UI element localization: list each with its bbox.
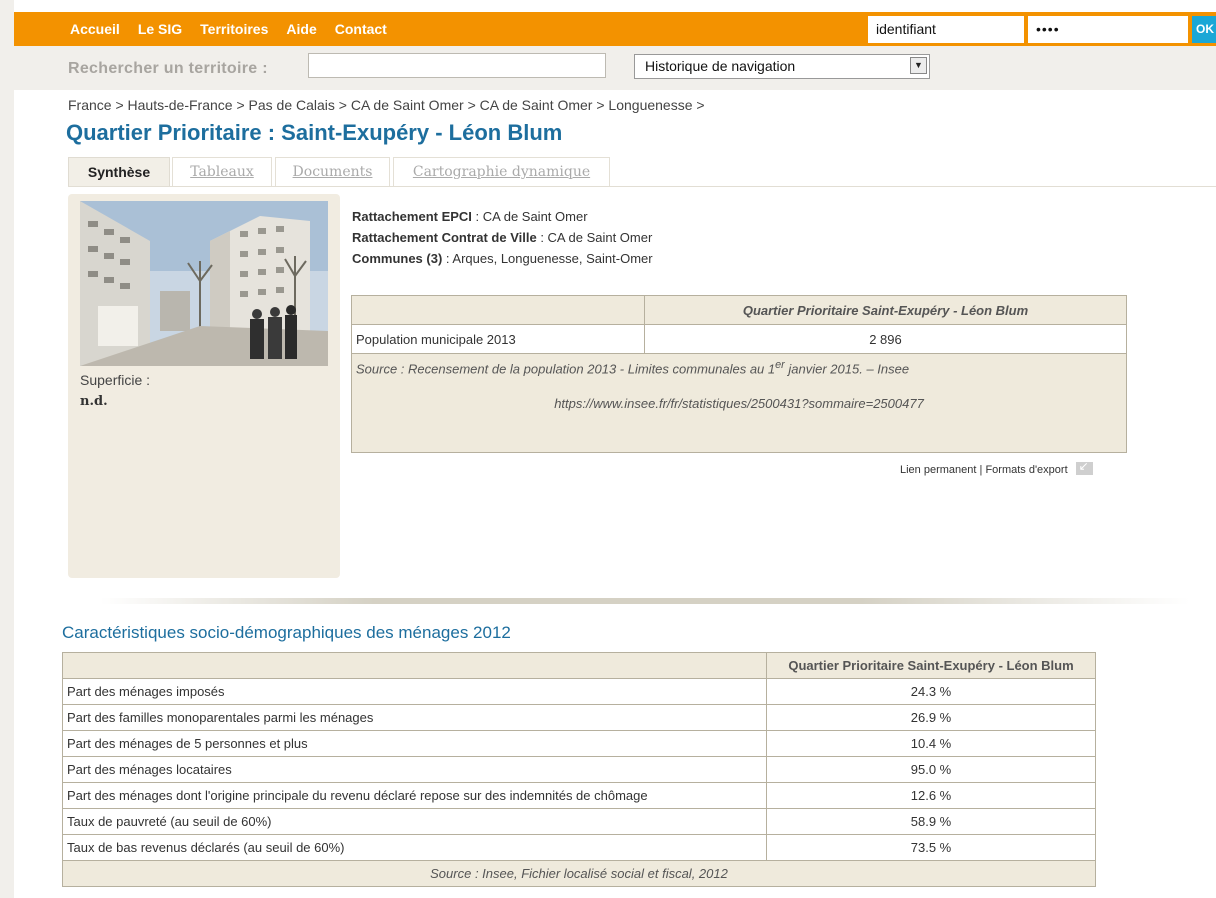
table-header-quartier: Quartier Prioritaire Saint-Exupéry - Léo…	[644, 295, 1127, 325]
epci-value: : CA de Saint Omer	[471, 209, 588, 224]
breadcrumb[interactable]: France > Hauts-de-France > Pas de Calais…	[68, 97, 705, 113]
communes-label: Communes (3)	[352, 251, 443, 266]
population-source: Source : Recensement de la population 20…	[351, 353, 1127, 453]
tab-documents[interactable]: Documents	[275, 157, 390, 186]
superficie-label: Superficie :	[80, 372, 151, 388]
page-title: Quartier Prioritaire : Saint-Exupéry - L…	[66, 120, 563, 145]
section-divider	[100, 598, 1190, 604]
tabs-baseline	[68, 186, 1216, 187]
population-value: 2 896	[644, 324, 1127, 354]
table-header-empty	[351, 295, 645, 325]
login-password-field[interactable]: ••••	[1028, 16, 1188, 43]
table-row: Part des familles monoparentales parmi l…	[62, 704, 1096, 731]
menages-table: Quartier Prioritaire Saint-Exupéry - Léo…	[62, 652, 1096, 887]
permanent-link[interactable]: Lien permanent	[900, 464, 976, 476]
history-select[interactable]: Historique de navigation ▼	[634, 54, 930, 79]
row-label: Part des ménages locataires	[62, 756, 767, 783]
tab-tableaux[interactable]: Tableaux	[172, 157, 272, 186]
nav-contact[interactable]: Contact	[335, 21, 387, 37]
menages-source: Source : Insee, Fichier localisé social …	[62, 860, 1096, 887]
row-value: 26.9 %	[766, 704, 1096, 731]
section-title-menages: Caractéristiques socio-démographiques de…	[62, 623, 511, 642]
nav-le-sig[interactable]: Le SIG	[138, 21, 182, 37]
table-row: Taux de pauvreté (au seuil de 60%) 58.9 %	[62, 808, 1096, 835]
row-label: Part des familles monoparentales parmi l…	[62, 704, 767, 731]
menages-header-empty	[62, 652, 767, 679]
login-ok-button[interactable]: OK	[1192, 16, 1216, 43]
tab-cartographie-dynamique[interactable]: Cartographie dynamique	[393, 157, 610, 186]
table-row: Part des ménages imposés 24.3 %	[62, 678, 1096, 705]
menages-header-quartier: Quartier Prioritaire Saint-Exupéry - Léo…	[766, 652, 1096, 679]
info-epci: Rattachement EPCI : CA de Saint Omer	[352, 209, 588, 224]
row-value: 73.5 %	[766, 834, 1096, 861]
population-label: Population municipale 2013	[351, 324, 645, 354]
left-gutter	[0, 0, 14, 898]
nav-aide[interactable]: Aide	[286, 21, 316, 37]
row-value: 58.9 %	[766, 808, 1096, 835]
row-value: 10.4 %	[766, 730, 1096, 757]
table-row: Part des ménages locataires 95.0 %	[62, 756, 1096, 783]
contrat-label: Rattachement Contrat de Ville	[352, 230, 537, 245]
population-source-b: janvier 2015. – Insee	[784, 361, 910, 377]
login-identifiant-field[interactable]: identifiant	[868, 16, 1024, 43]
row-label: Taux de bas revenus déclarés (au seuil d…	[62, 834, 767, 861]
population-source-a: Source : Recensement de la population 20…	[356, 361, 776, 377]
row-value: 24.3 %	[766, 678, 1096, 705]
nav-accueil[interactable]: Accueil	[70, 21, 120, 37]
population-source-url[interactable]: https://www.insee.fr/fr/statistiques/250…	[356, 396, 1122, 411]
top-navigation-bar: Accueil Le SIG Territoires Aide Contact …	[14, 12, 1216, 46]
export-icon[interactable]	[1075, 459, 1093, 475]
info-communes: Communes (3) : Arques, Longuenesse, Sain…	[352, 251, 653, 266]
row-value: 95.0 %	[766, 756, 1096, 783]
info-contrat-de-ville: Rattachement Contrat de Ville : CA de Sa…	[352, 230, 652, 245]
population-table: Quartier Prioritaire Saint-Exupéry - Léo…	[351, 295, 1127, 453]
superficie-value: n.d.	[80, 394, 108, 409]
tab-synthese[interactable]: Synthèse	[68, 157, 170, 186]
main-nav: Accueil Le SIG Territoires Aide Contact	[70, 21, 405, 37]
epci-label: Rattachement EPCI	[352, 209, 472, 224]
chevron-down-icon[interactable]: ▼	[910, 57, 927, 74]
page-links: Lien permanent | Formats d'export	[900, 459, 1093, 476]
table-row: Part des ménages de 5 personnes et plus 1…	[62, 730, 1096, 757]
row-value: 12.6 %	[766, 782, 1096, 809]
search-input[interactable]	[308, 53, 606, 78]
table-row: Taux de bas revenus déclarés (au seuil d…	[62, 834, 1096, 861]
search-label: Rechercher un territoire :	[68, 60, 268, 77]
nav-territoires[interactable]: Territoires	[200, 21, 268, 37]
population-source-sup: er	[775, 359, 785, 371]
export-formats-link[interactable]: Formats d'export	[985, 464, 1067, 476]
neighborhood-photo	[80, 201, 328, 366]
row-label: Part des ménages dont l'origine principa…	[62, 782, 767, 809]
territory-side-panel: Superficie : n.d.	[68, 194, 340, 578]
row-label: Part des ménages imposés	[62, 678, 767, 705]
row-label: Part des ménages de 5 personnes et plus	[62, 730, 767, 757]
history-select-value: Historique de navigation	[645, 58, 796, 74]
contrat-value: : CA de Saint Omer	[536, 230, 653, 245]
communes-value: : Arques, Longuenesse, Saint-Omer	[442, 251, 653, 266]
row-label: Taux de pauvreté (au seuil de 60%)	[62, 808, 767, 835]
search-bar: Rechercher un territoire : Historique de…	[14, 46, 1216, 90]
table-row: Part des ménages dont l'origine principa…	[62, 782, 1096, 809]
